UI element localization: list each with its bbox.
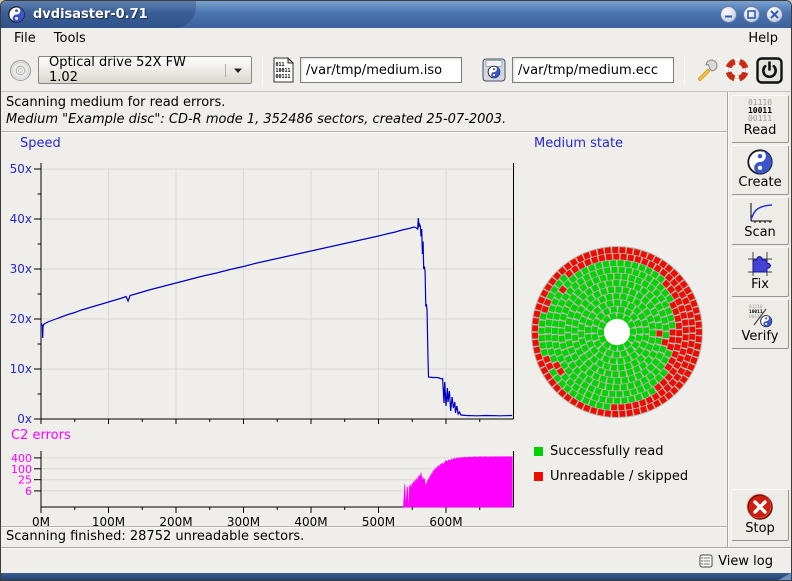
read-button-label: Read — [744, 123, 777, 138]
svg-text:50x: 50x — [10, 162, 32, 176]
cd-drive-icon — [9, 59, 32, 82]
separator — [1, 131, 727, 133]
window-title: dvdisaster-0.71 — [33, 7, 148, 22]
create-button[interactable]: Create — [731, 145, 789, 195]
maximize-icon — [747, 10, 756, 19]
resize-grip[interactable] — [775, 573, 791, 581]
app-yinyang-icon — [8, 6, 25, 23]
create-button-label: Create — [738, 175, 781, 190]
legend-swatch-red — [534, 472, 543, 481]
speed-chart-title: Speed — [20, 136, 61, 151]
status-line-1: Scanning medium for read errors. — [6, 95, 225, 110]
footer-bar: View log — [1, 547, 791, 573]
window-bottom-border — [1, 573, 791, 581]
lifebuoy-icon — [724, 57, 750, 83]
fix-puzzle-icon — [746, 251, 774, 277]
drive-selector-dropdown[interactable]: Optical drive 52X FW 1.02 — [38, 56, 252, 84]
titlebar[interactable]: dvdisaster-0.71 — [1, 1, 791, 28]
read-icon: 01110 10011 00111 — [748, 99, 772, 123]
menubar: File Tools Help — [1, 28, 791, 49]
minimize-button[interactable] — [720, 6, 737, 23]
menu-tools[interactable]: Tools — [45, 29, 95, 48]
svg-text:20x: 20x — [10, 312, 32, 326]
log-list-icon — [699, 554, 713, 568]
menu-help[interactable]: Help — [739, 29, 787, 48]
quit-button[interactable] — [756, 57, 783, 84]
action-sidebar: 01110 10011 00111 Read Create Scan — [727, 92, 791, 547]
legend-label-unreadable: Unreadable / skipped — [550, 469, 688, 484]
scan-button-label: Scan — [744, 225, 776, 240]
medium-state-disc — [525, 240, 709, 424]
svg-text:6: 6 — [25, 485, 32, 498]
create-yinyang-icon — [747, 149, 773, 175]
iso-path-input[interactable] — [300, 57, 462, 83]
fix-button[interactable]: Fix — [731, 247, 789, 297]
svg-text:30x: 30x — [10, 262, 32, 276]
view-log-label: View log — [718, 554, 773, 569]
medium-state-title: Medium state — [534, 136, 623, 151]
c2-errors-chart: 4001002560M100M200M300M400M500M600M — [1, 447, 523, 532]
help-lifebuoy-button[interactable] — [724, 57, 750, 83]
scan-button[interactable]: Scan — [731, 197, 789, 245]
verify-button-label: Verify — [742, 329, 779, 344]
drive-selector-value: Optical drive 52X FW 1.02 — [49, 55, 219, 85]
chevron-down-icon — [233, 67, 243, 74]
ecc-file-icon — [482, 58, 506, 82]
maximize-button[interactable] — [743, 6, 760, 23]
iso-file-icon: 011 10011 00111 — [273, 57, 294, 83]
close-icon — [770, 10, 779, 19]
svg-text:0x: 0x — [17, 412, 32, 426]
ecc-path-input[interactable] — [512, 57, 674, 83]
close-button[interactable] — [766, 6, 783, 23]
stop-icon — [746, 493, 774, 521]
power-icon — [756, 57, 783, 84]
svg-text:10x: 10x — [10, 362, 32, 376]
speed-chart: 0x 10x 20x 30x 40x 50x — [1, 150, 523, 440]
read-button[interactable]: 01110 10011 00111 Read — [731, 95, 789, 143]
legend-label-read: Successfully read — [550, 444, 663, 459]
toolbar-separator — [684, 55, 685, 85]
stop-button[interactable]: Stop — [731, 489, 789, 541]
minimize-icon — [724, 10, 733, 19]
app-window: dvdisaster-0.71 File Tools Help Opt — [0, 0, 792, 581]
main-panel: Scanning medium for read errors. Medium … — [1, 92, 727, 547]
wrench-icon — [695, 59, 718, 82]
stop-button-label: Stop — [745, 521, 775, 536]
legend-item-unreadable: Unreadable / skipped — [534, 469, 688, 484]
preferences-button[interactable] — [695, 59, 718, 82]
view-log-button[interactable]: View log — [695, 552, 777, 571]
legend-item-read: Successfully read — [534, 444, 663, 459]
status-line-2: Medium "Example disc": CD-R mode 1, 3524… — [6, 112, 506, 127]
svg-text:40x: 40x — [10, 212, 32, 226]
legend-swatch-green — [534, 447, 543, 456]
verify-icon: 01110 10011 00111 — [746, 303, 774, 329]
toolbar: Optical drive 52X FW 1.02 011 10011 0011… — [1, 49, 791, 92]
menu-file[interactable]: File — [5, 29, 45, 48]
fix-button-label: Fix — [751, 277, 769, 292]
svg-text:00111: 00111 — [276, 74, 291, 80]
scan-chart-icon — [746, 201, 774, 225]
verify-button[interactable]: 01110 10011 00111 Verify — [731, 299, 789, 349]
dropdown-arrow-box — [225, 64, 245, 77]
toolbar-separator — [262, 55, 263, 85]
scan-result-statusbar: Scanning finished: 28752 unreadable sect… — [1, 526, 727, 547]
